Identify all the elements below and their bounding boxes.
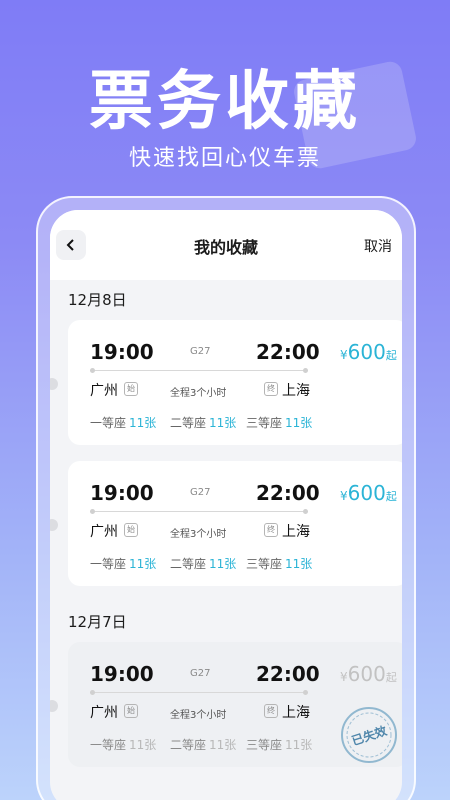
expired-stamp-icon: 已失效 xyxy=(341,707,397,763)
from-station: 广州 xyxy=(90,705,118,721)
price: ¥600起 xyxy=(340,340,397,364)
seat-class: 二等座 11张 xyxy=(170,555,236,572)
seat-count: 11张 xyxy=(209,416,237,430)
end-tag: 终 xyxy=(264,523,278,537)
seat-class: 三等座 11张 xyxy=(246,555,312,572)
seat-name: 一等座 xyxy=(90,738,127,752)
seat-count: 11张 xyxy=(129,416,157,430)
train-number: G27 xyxy=(190,346,211,357)
price-value: 600 xyxy=(347,662,386,686)
select-radio[interactable] xyxy=(50,378,58,390)
date-header: 12月8日 xyxy=(68,291,127,309)
depart-time: 19:00 xyxy=(90,340,154,364)
to-station: 上海 xyxy=(282,383,310,399)
duration: 全程3个小时 xyxy=(170,529,227,540)
seat-count: 11张 xyxy=(209,738,237,752)
end-tag: 终 xyxy=(264,704,278,718)
price-suffix: 起 xyxy=(385,349,397,362)
to-station: 上海 xyxy=(282,705,310,721)
duration: 全程3个小时 xyxy=(170,710,227,721)
seat-class: 一等座 11张 xyxy=(90,414,156,431)
seat-name: 三等座 xyxy=(246,416,283,430)
price-symbol: ¥ xyxy=(340,489,348,503)
seat-class: 一等座 11张 xyxy=(90,555,156,572)
cancel-button[interactable]: 取消 xyxy=(364,236,392,256)
select-radio[interactable] xyxy=(50,519,58,531)
page-title: 我的收藏 xyxy=(193,238,258,257)
seat-class: 二等座 11张 xyxy=(170,736,236,753)
from-station: 广州 xyxy=(90,524,118,540)
ticket-card-expired[interactable]: 19:00 G27 22:00 广州 始 全程3个小时 终 上海 一等座 11张 … xyxy=(50,642,402,767)
price-value: 600 xyxy=(347,481,386,505)
seat-name: 二等座 xyxy=(170,416,207,430)
price: ¥600起 xyxy=(340,662,397,686)
phone-screen: 我的收藏 取消 12月8日 19:00 G27 22:00 广州 始 全程3个小… xyxy=(50,210,402,800)
seat-count: 11张 xyxy=(209,557,237,571)
hero-subtitle: 快速找回心仪车票 xyxy=(128,146,321,171)
route-line xyxy=(90,509,308,514)
arrive-time: 22:00 xyxy=(256,481,320,505)
seat-count: 11张 xyxy=(285,557,313,571)
select-radio[interactable] xyxy=(50,700,58,712)
duration: 全程3个小时 xyxy=(170,388,227,399)
price: ¥600起 xyxy=(340,481,397,505)
arrive-time: 22:00 xyxy=(256,340,320,364)
depart-time: 19:00 xyxy=(90,481,154,505)
hero-title: 票务收藏 xyxy=(89,65,361,139)
price-suffix: 起 xyxy=(385,671,397,684)
ticket-card[interactable]: 19:00 G27 22:00 广州 始 全程3个小时 终 上海 一等座 11张 … xyxy=(50,461,402,586)
arrive-time: 22:00 xyxy=(256,662,320,686)
seat-count: 11张 xyxy=(129,738,157,752)
price-symbol: ¥ xyxy=(340,670,348,684)
route-line xyxy=(90,368,308,373)
seat-name: 一等座 xyxy=(90,416,127,430)
nav-bar: 我的收藏 取消 xyxy=(50,210,402,280)
ticket-card[interactable]: 19:00 G27 22:00 广州 始 全程3个小时 终 上海 一等座 11张 … xyxy=(50,320,402,445)
price-suffix: 起 xyxy=(385,490,397,503)
from-station: 广州 xyxy=(90,383,118,399)
date-header: 12月7日 xyxy=(68,613,127,631)
seat-class: 三等座 11张 xyxy=(246,736,312,753)
seat-name: 二等座 xyxy=(170,557,207,571)
start-tag: 始 xyxy=(124,704,138,718)
end-tag: 终 xyxy=(264,382,278,396)
train-number: G27 xyxy=(190,668,211,679)
depart-time: 19:00 xyxy=(90,662,154,686)
to-station: 上海 xyxy=(282,524,310,540)
route-line xyxy=(90,690,308,695)
seat-count: 11张 xyxy=(285,738,313,752)
price-symbol: ¥ xyxy=(340,348,348,362)
seat-name: 三等座 xyxy=(246,738,283,752)
start-tag: 始 xyxy=(124,523,138,537)
seat-class: 一等座 11张 xyxy=(90,736,156,753)
seat-class: 三等座 11张 xyxy=(246,414,312,431)
start-tag: 始 xyxy=(124,382,138,396)
price-value: 600 xyxy=(347,340,386,364)
seat-count: 11张 xyxy=(129,557,157,571)
expired-stamp-text: 已失效 xyxy=(350,722,390,748)
seat-name: 二等座 xyxy=(170,738,207,752)
seat-name: 一等座 xyxy=(90,557,127,571)
seat-count: 11张 xyxy=(285,416,313,430)
seat-name: 三等座 xyxy=(246,557,283,571)
train-number: G27 xyxy=(190,487,211,498)
seat-class: 二等座 11张 xyxy=(170,414,236,431)
